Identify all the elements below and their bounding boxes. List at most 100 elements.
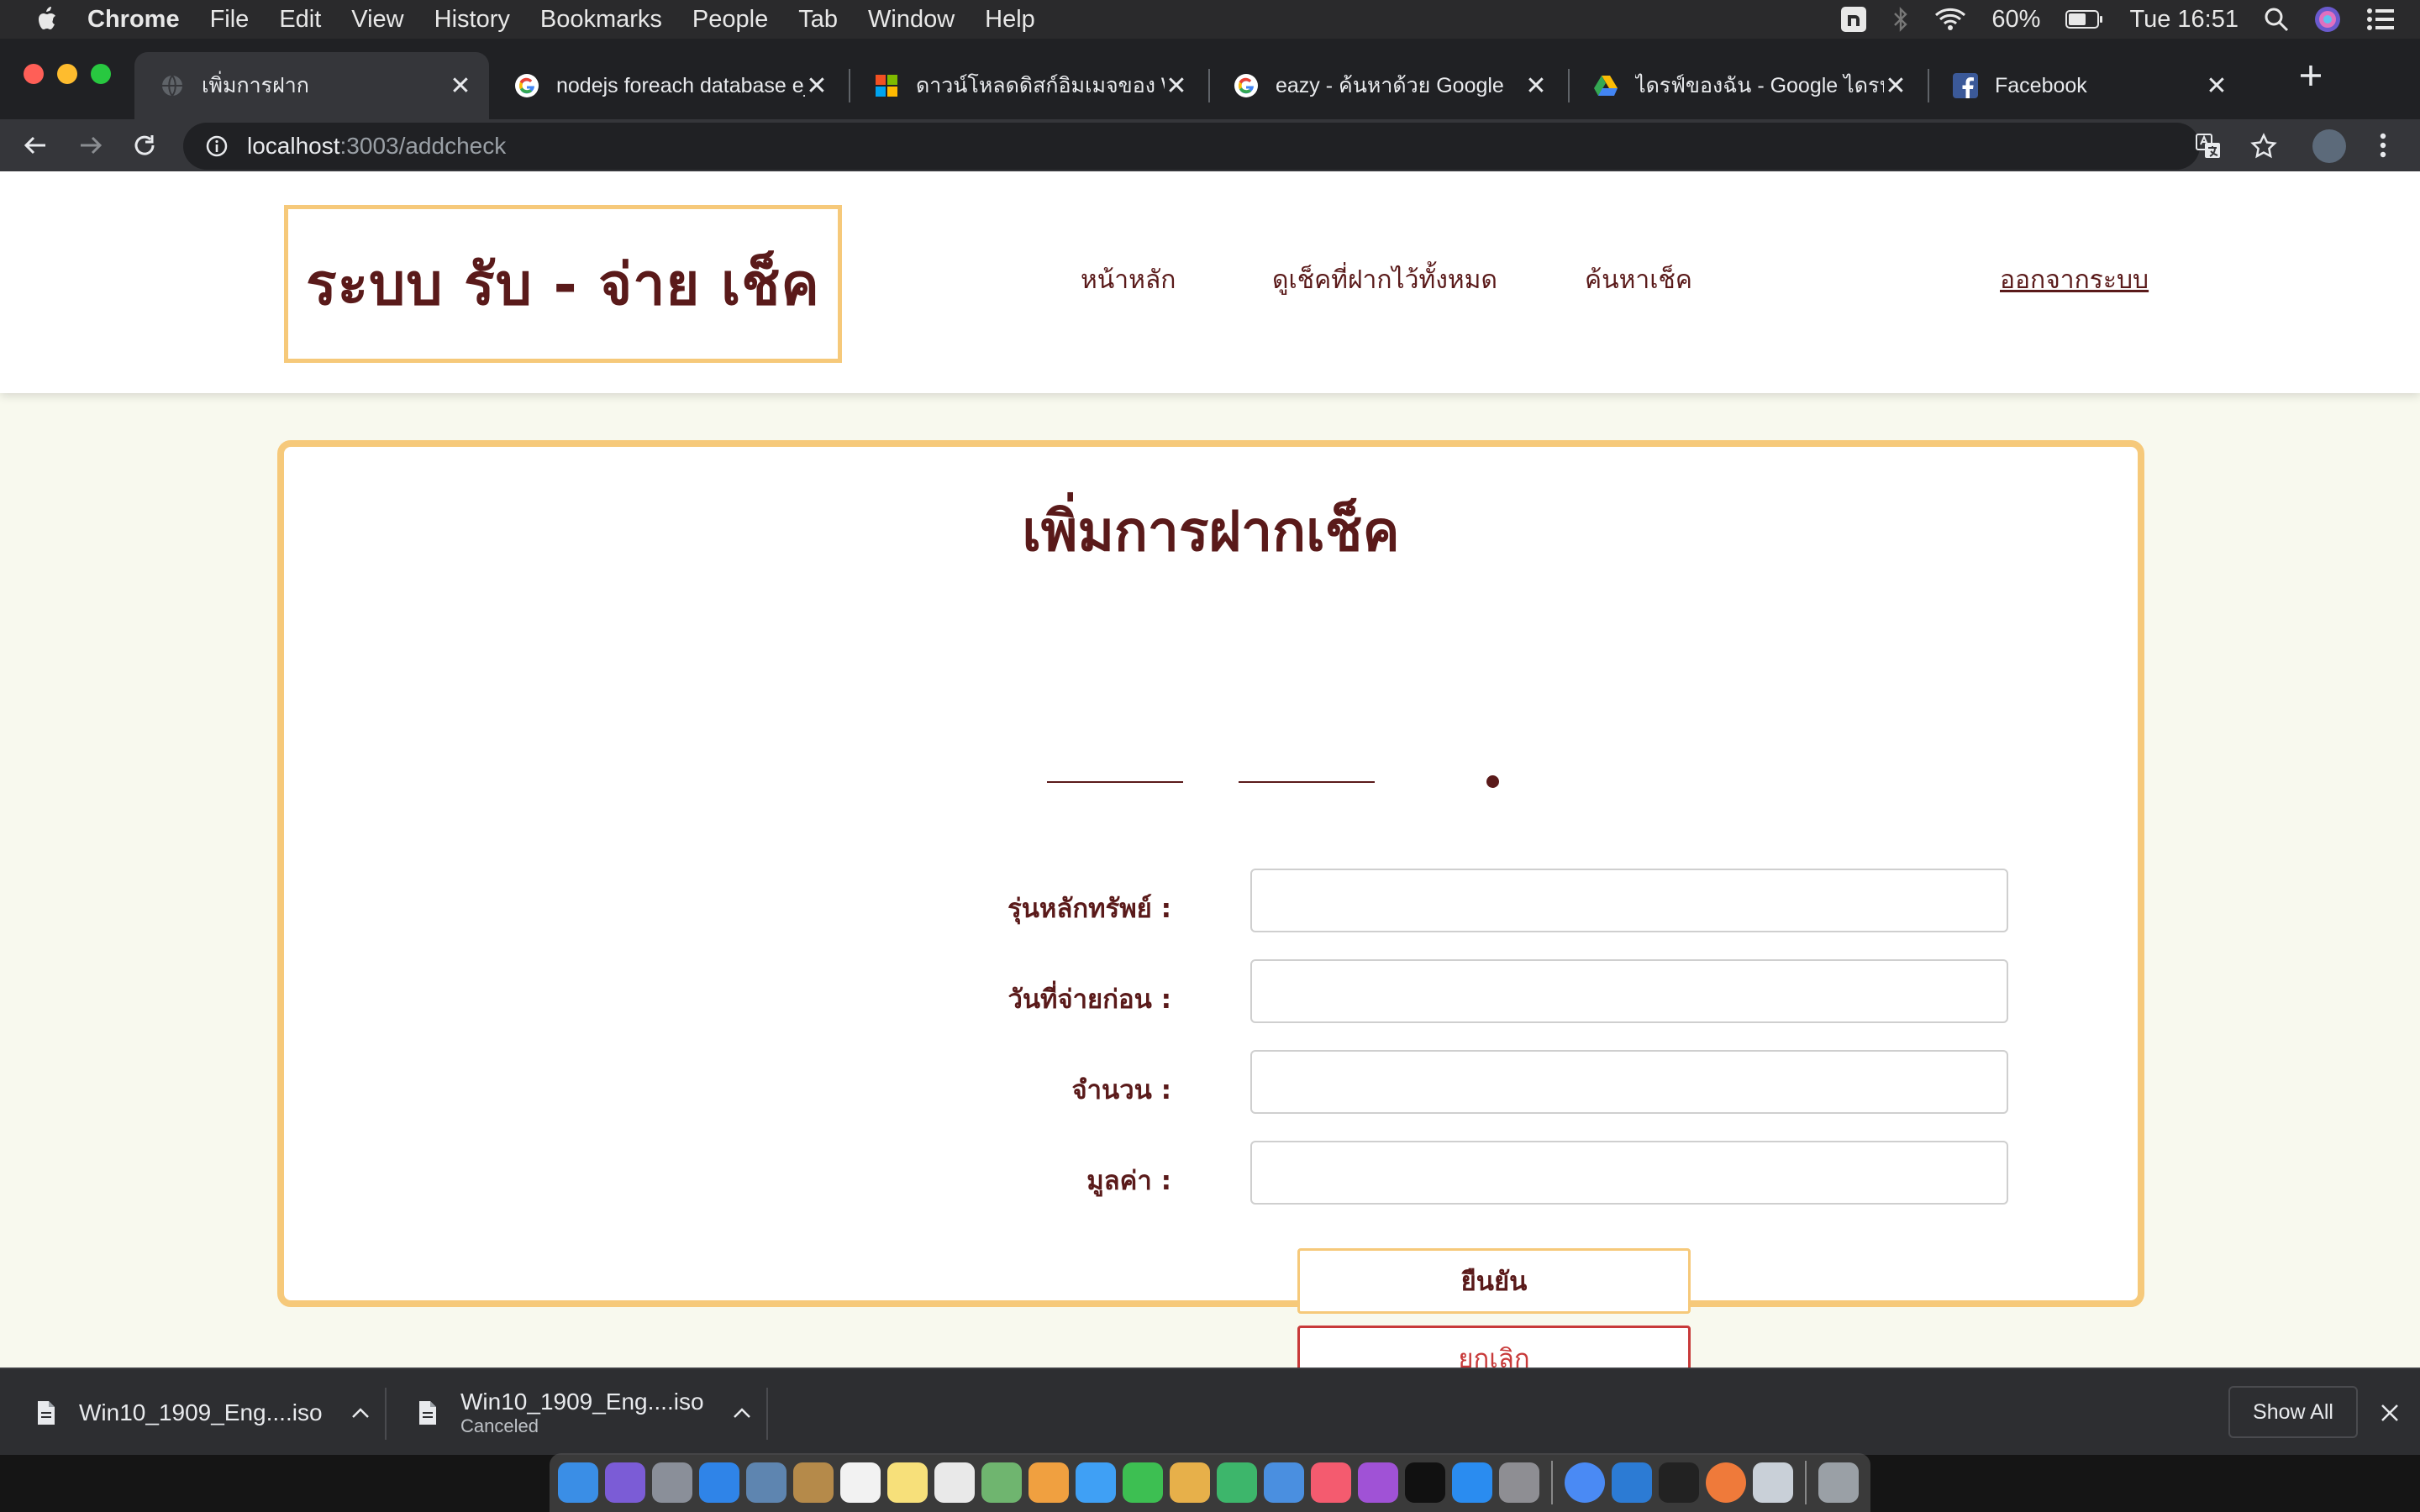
chrome-dock-icon[interactable] [1565, 1462, 1605, 1503]
calendar-icon[interactable] [840, 1462, 881, 1503]
siri-dock-icon[interactable] [605, 1462, 645, 1503]
close-window-button[interactable] [24, 64, 44, 84]
maps-icon[interactable] [981, 1462, 1022, 1503]
field-row-quantity: จำนวน : [284, 1050, 2138, 1116]
chevron-up-icon[interactable] [348, 1407, 373, 1419]
bookmark-star-icon[interactable] [2247, 129, 2281, 163]
nav-home-link[interactable]: หน้าหลัก [1081, 260, 1176, 300]
dock-separator [1551, 1461, 1553, 1504]
back-arrow-icon [24, 136, 45, 155]
tab-facebook[interactable]: Facebook ✕ [1928, 52, 2245, 119]
site-info-icon[interactable] [200, 129, 234, 163]
facetime-icon[interactable] [1123, 1462, 1163, 1503]
app-store-icon[interactable] [1452, 1462, 1492, 1503]
battery-icon[interactable] [2065, 9, 2104, 29]
launchpad-icon[interactable] [652, 1462, 692, 1503]
menu-people[interactable]: People [692, 6, 768, 34]
podcasts-icon[interactable] [1358, 1462, 1398, 1503]
wifi-icon[interactable] [1934, 8, 1966, 31]
system-preferences-icon[interactable] [1499, 1462, 1539, 1503]
menu-edit[interactable]: Edit [279, 6, 321, 34]
security-series-input[interactable] [1250, 869, 2008, 932]
cancel-button[interactable]: ยกเลิก [1297, 1326, 1691, 1368]
tab-close-icon[interactable]: ✕ [2205, 72, 2228, 100]
trash-icon[interactable] [1818, 1462, 1859, 1503]
profile-avatar[interactable] [2312, 129, 2346, 163]
notes-icon[interactable] [887, 1462, 928, 1503]
numbers-icon[interactable] [1217, 1462, 1257, 1503]
browser-menu-button[interactable] [2366, 129, 2400, 162]
menu-file[interactable]: File [210, 6, 250, 34]
apple-logo-icon[interactable] [34, 5, 62, 34]
spotlight-search-icon[interactable] [2264, 7, 2289, 32]
close-download-shelf-icon[interactable] [2375, 1398, 2405, 1428]
logout-link[interactable]: ออกจากระบบ [2000, 260, 2149, 300]
pay-before-date-input[interactable] [1250, 959, 2008, 1023]
tab-close-icon[interactable]: ✕ [805, 72, 829, 100]
zoom-window-button[interactable] [91, 64, 111, 84]
notification-center-icon[interactable] [2366, 8, 2395, 31]
menu-window[interactable]: Window [868, 6, 955, 34]
menu-help[interactable]: Help [985, 6, 1035, 34]
new-tab-button[interactable] [2291, 55, 2331, 96]
tab-close-icon[interactable]: ✕ [1165, 72, 1188, 100]
menu-bookmarks[interactable]: Bookmarks [540, 6, 662, 34]
menu-clock[interactable]: Tue 16:51 [2129, 6, 2238, 34]
tab-eazy-google-search[interactable]: eazy - ค้นหาด้วย Google ✕ [1208, 52, 1565, 119]
nav-search-check-link[interactable]: ค้นหาเช็ค [1585, 260, 1692, 300]
messages-icon[interactable] [1076, 1462, 1116, 1503]
bluetooth-icon[interactable] [1892, 7, 1909, 32]
back-button[interactable] [18, 129, 52, 162]
pages-icon[interactable] [1170, 1462, 1210, 1503]
tab-close-icon[interactable]: ✕ [1524, 72, 1548, 100]
file-icon [415, 1398, 440, 1428]
download-filename: Win10_1909_Eng....iso [79, 1399, 323, 1425]
confirm-button[interactable]: ยืนยัน [1297, 1248, 1691, 1314]
menu-history[interactable]: History [434, 6, 510, 34]
menu-tab[interactable]: Tab [798, 6, 838, 34]
nav-all-checks-link[interactable]: ดูเช็คที่ฝากไว้ทั้งหมด [1272, 260, 1497, 300]
photos-icon[interactable] [1028, 1462, 1069, 1503]
tab-nodejs-search[interactable]: nodejs foreach database ejs ✕ [489, 52, 845, 119]
tab-add-deposit[interactable]: เพิ่มการฝาก ✕ [134, 52, 489, 119]
vscode-icon[interactable] [1612, 1462, 1652, 1503]
chevron-up-icon[interactable] [729, 1407, 755, 1419]
terminal-icon[interactable] [1659, 1462, 1699, 1503]
tab-close-icon[interactable]: ✕ [1884, 72, 1907, 100]
show-all-downloads-button[interactable]: Show All [2228, 1386, 2358, 1438]
quantity-label: จำนวน : [1071, 1075, 1171, 1105]
google-icon [1234, 73, 1259, 98]
reminders-icon[interactable] [934, 1462, 975, 1503]
siri-icon[interactable] [2314, 6, 2341, 33]
forward-button[interactable] [74, 129, 108, 162]
contacts-icon[interactable] [793, 1462, 834, 1503]
reload-button[interactable] [128, 129, 161, 162]
postman-icon[interactable] [1706, 1462, 1746, 1503]
download-item[interactable]: Win10_1909_Eng....iso Canceled [415, 1369, 755, 1457]
apple-tv-icon[interactable] [1405, 1462, 1445, 1503]
window-controls [24, 64, 111, 84]
translate-icon[interactable] [2191, 129, 2225, 163]
finder-icon[interactable] [558, 1462, 598, 1503]
preview-icon[interactable] [746, 1462, 786, 1503]
form-title: เพิ่มการฝากเช็ค [1022, 499, 1400, 564]
menu-app-name[interactable]: Chrome [87, 6, 180, 34]
quantity-input[interactable] [1250, 1050, 2008, 1114]
minimize-window-button[interactable] [57, 64, 77, 84]
download-separator [385, 1388, 387, 1440]
tab-close-icon[interactable]: ✕ [449, 72, 472, 100]
download-item[interactable]: Win10_1909_Eng....iso [34, 1369, 373, 1457]
address-bar[interactable]: localhost:3003/addcheck [183, 123, 2277, 170]
value-input[interactable] [1250, 1141, 2008, 1205]
keynote-icon[interactable] [1264, 1462, 1304, 1503]
tab-google-drive[interactable]: ไดรฟ์ของฉัน - Google ไดรฟ์ ✕ [1568, 52, 1924, 119]
site-logo[interactable]: ระบบ รับ - จ่าย เช็ค [284, 205, 842, 363]
preview-app-icon[interactable] [1753, 1462, 1793, 1503]
input-method-icon[interactable] [1840, 6, 1867, 33]
divider-line-left [1047, 781, 1183, 783]
page-viewport: ระบบ รับ - จ่าย เช็ค หน้าหลัก ดูเช็คที่ฝ… [0, 171, 2420, 1368]
tab-windows-download[interactable]: ดาวน์โหลดดิสก์อิมเมจของ Windows ✕ [849, 52, 1205, 119]
safari-icon[interactable] [699, 1462, 739, 1503]
music-icon[interactable] [1311, 1462, 1351, 1503]
menu-view[interactable]: View [351, 6, 403, 34]
